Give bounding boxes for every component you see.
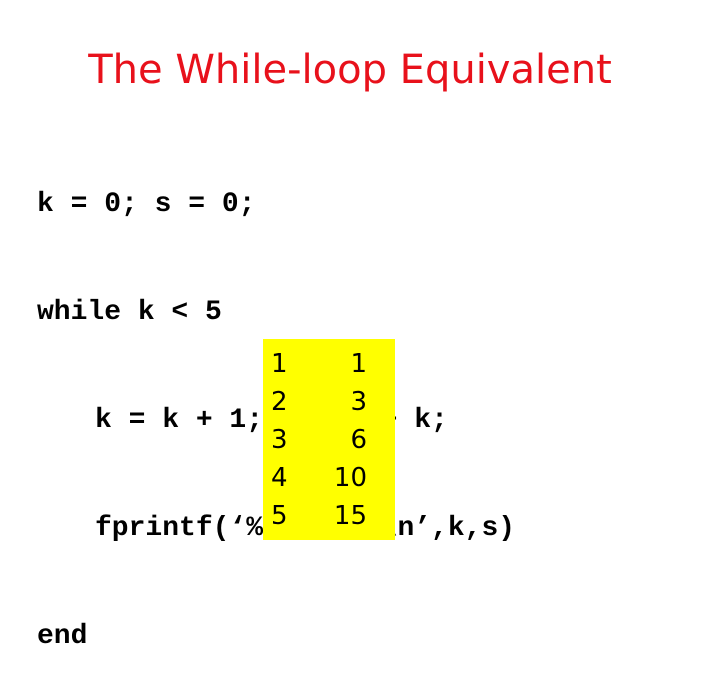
code-line-end: end — [37, 621, 88, 652]
output-s-value: 6 — [350, 425, 367, 455]
output-s-value: 15 — [333, 501, 367, 531]
code-line-while: while k < 5 — [37, 297, 222, 328]
output-s-value: 10 — [333, 463, 367, 493]
output-k-value: 4 — [271, 463, 288, 493]
output-k-value: 3 — [271, 425, 288, 455]
output-box: 1 1 2 3 3 6 4 10 5 15 — [263, 339, 395, 540]
output-s-value: 1 — [350, 349, 367, 379]
output-row: 1 1 — [263, 345, 395, 383]
output-row: 4 10 — [263, 459, 395, 497]
code-line-init: k = 0; s = 0; — [37, 189, 256, 220]
output-row: 2 3 — [263, 383, 395, 421]
output-k-value: 2 — [271, 387, 288, 417]
output-s-value: 3 — [350, 387, 367, 417]
slide-title: The While-loop Equivalent — [88, 47, 612, 93]
output-k-value: 1 — [271, 349, 288, 379]
output-row: 3 6 — [263, 421, 395, 459]
output-row: 5 15 — [263, 497, 395, 535]
output-k-value: 5 — [271, 501, 288, 531]
